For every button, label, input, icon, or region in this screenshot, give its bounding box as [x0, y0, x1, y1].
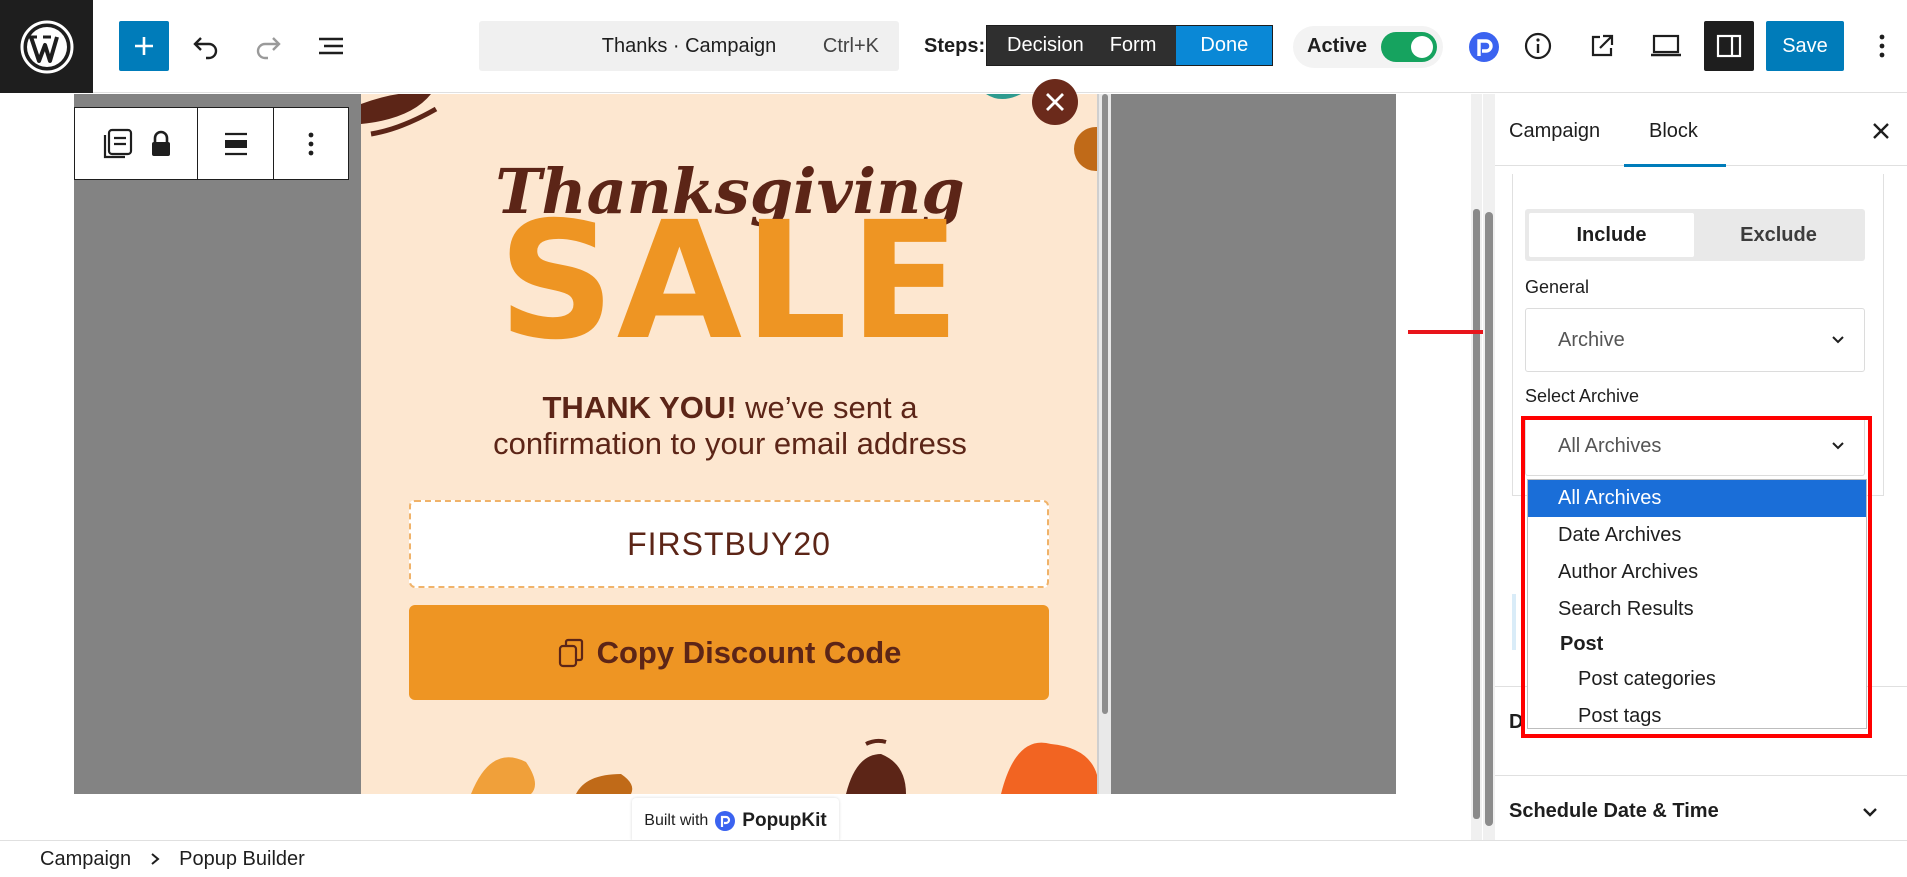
select-archive-label: Select Archive	[1525, 386, 1640, 406]
preview-device-icon[interactable]	[1648, 30, 1684, 62]
coupon-code-box[interactable]: FIRSTBUY20	[409, 500, 1049, 588]
breadcrumb-popup-builder[interactable]: Popup Builder	[179, 848, 305, 871]
chevron-right-icon	[151, 853, 160, 865]
block-type-icon	[103, 128, 133, 158]
shortcut-hint: Ctrl+K	[822, 34, 879, 57]
block-toolbar	[74, 107, 349, 180]
general-label: General	[1525, 277, 1590, 297]
more-vertical-icon	[308, 132, 314, 155]
popup-message: THANK YOU! we’ve sent a confirmation to …	[361, 390, 1099, 462]
breadcrumb: Campaign Popup Builder	[0, 840, 1907, 877]
popupkit-icon	[715, 810, 736, 831]
settings-sidebar-toggle[interactable]	[1704, 21, 1754, 71]
built-with-badge[interactable]: Built with PopupKit	[632, 798, 839, 843]
tab-campaign[interactable]: Campaign	[1509, 120, 1600, 143]
undo-button[interactable]	[181, 21, 231, 71]
message-bold: THANK YOU!	[542, 390, 737, 425]
close-sidebar-button[interactable]	[1866, 116, 1896, 146]
block-options-button[interactable]	[274, 108, 348, 179]
include-exclude-toggle: Include Exclude	[1525, 209, 1865, 261]
wordpress-logo-icon[interactable]	[0, 0, 93, 93]
settings-sidebar: Campaign Block Include Exclude General A…	[1483, 94, 1907, 840]
chevron-down-icon	[1832, 336, 1844, 344]
sidebar-icon	[1716, 34, 1742, 58]
steps-switcher: Decision Form Done	[986, 25, 1274, 66]
block-type-button[interactable]	[75, 108, 198, 179]
message-rest: we’ve sent a	[736, 390, 918, 425]
align-button[interactable]	[198, 108, 274, 179]
include-option[interactable]: Include	[1529, 213, 1694, 257]
popup-heading-sale: SALE	[498, 188, 962, 376]
steps-label: Steps:	[924, 35, 986, 57]
active-status: Active	[1293, 26, 1443, 68]
top-toolbar: Thanks · Campaign Ctrl+K Steps: Decision…	[0, 0, 1907, 93]
message-line2: confirmation to your email address	[493, 426, 967, 461]
copy-icon	[558, 638, 583, 667]
sidebar-scrollbar[interactable]	[1483, 94, 1495, 840]
undo-icon	[193, 37, 218, 60]
step-done[interactable]: Done	[1176, 26, 1273, 65]
step-decision[interactable]: Decision	[987, 26, 1104, 65]
info-icon[interactable]	[1522, 30, 1554, 62]
redo-button[interactable]	[243, 21, 293, 71]
built-with-brand: PopupKit	[742, 809, 827, 831]
general-select[interactable]: Archive	[1525, 308, 1865, 372]
add-block-button[interactable]	[119, 21, 169, 71]
list-view-icon	[319, 37, 343, 55]
popup-close-button[interactable]	[1032, 79, 1078, 125]
sidebar-tabs: Campaign Block	[1484, 94, 1907, 167]
list-view-button[interactable]	[306, 21, 356, 71]
hidden-row-edge	[1512, 594, 1516, 650]
canvas-scrollbar[interactable]	[1471, 94, 1482, 840]
redo-icon	[256, 37, 281, 60]
breadcrumb-campaign[interactable]: Campaign	[40, 848, 131, 871]
active-label: Active	[1307, 35, 1368, 57]
schedule-section-title: Schedule Date & Time	[1509, 800, 1719, 822]
close-icon	[1873, 123, 1889, 139]
step-form[interactable]: Form	[1103, 26, 1177, 65]
chevron-down-icon	[1863, 808, 1877, 817]
schedule-section[interactable]: Schedule Date & Time	[1484, 775, 1907, 840]
general-select-value: Archive	[1558, 328, 1625, 351]
popup-scrollbar[interactable]	[1099, 94, 1111, 794]
annotation-highlight-box	[1521, 416, 1872, 738]
command-palette[interactable]: Thanks · Campaign Ctrl+K	[479, 21, 899, 71]
save-button[interactable]: Save	[1766, 21, 1844, 71]
plus-icon	[135, 37, 153, 55]
close-icon	[1046, 93, 1064, 111]
more-vertical-icon[interactable]	[1870, 30, 1894, 62]
active-toggle[interactable]	[1381, 32, 1437, 62]
popupkit-icon[interactable]	[1466, 29, 1502, 65]
align-icon	[224, 132, 247, 155]
tab-block[interactable]: Block	[1624, 120, 1726, 167]
exclude-option[interactable]: Exclude	[1696, 213, 1861, 257]
external-link-icon[interactable]	[1586, 30, 1618, 62]
copy-discount-code-button[interactable]: Copy Discount Code	[409, 605, 1049, 700]
lock-icon	[152, 130, 170, 156]
built-with-label: Built with	[644, 811, 709, 829]
copy-button-label: Copy Discount Code	[596, 634, 902, 670]
